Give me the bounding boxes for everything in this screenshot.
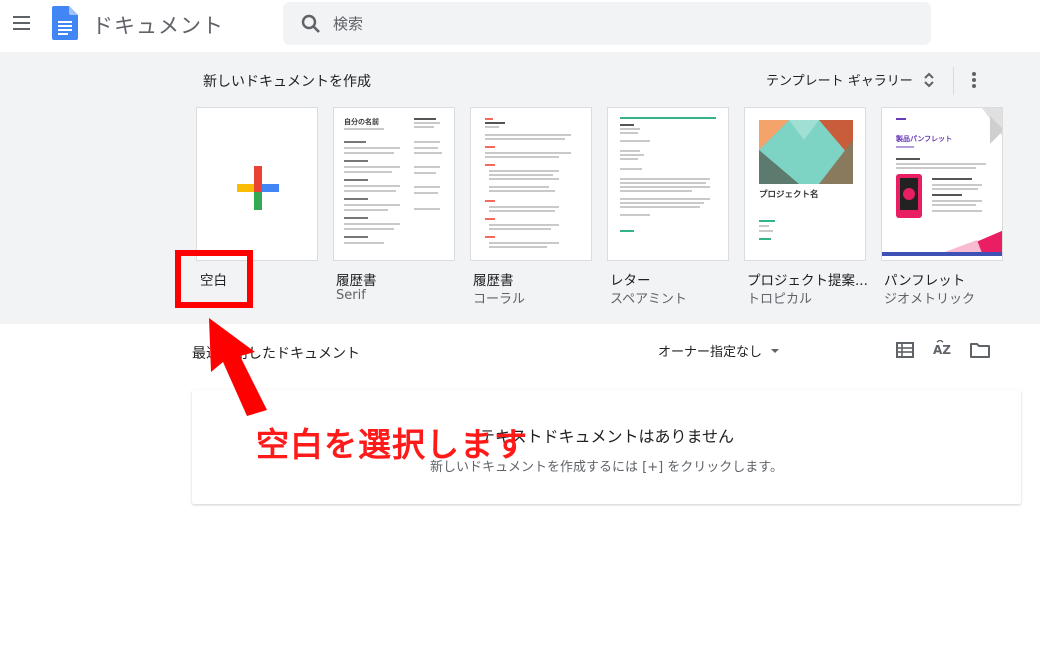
template-thumbnail[interactable] [470, 107, 592, 261]
thumb-heading: 製品パンフレット [896, 135, 953, 143]
plus-icon [237, 166, 279, 210]
annotation-highlight-box [175, 250, 253, 308]
template-name[interactable]: レター [610, 269, 651, 289]
sort-az-icon[interactable]: AZ [930, 340, 954, 362]
gallery-title: 新しいドキュメントを作成 [203, 74, 371, 90]
template-name[interactable]: 履歴書 [473, 269, 514, 289]
tropical-graphic [759, 120, 853, 184]
more-vert-icon[interactable] [962, 68, 986, 92]
template-thumbnail[interactable] [196, 107, 318, 261]
google-docs-icon[interactable] [52, 6, 78, 40]
owner-filter-dropdown[interactable]: オーナー指定なし [658, 341, 780, 360]
folder-icon[interactable] [969, 339, 991, 361]
template-thumbnail[interactable]: 製品パンフレット [881, 107, 1003, 261]
template-thumbnail[interactable]: 自分の名前 [333, 107, 455, 261]
template-thumbnail[interactable] [607, 107, 729, 261]
template-style[interactable]: スペアミント [610, 288, 687, 307]
search-box[interactable] [283, 2, 931, 45]
hamburger-menu-icon[interactable] [10, 11, 34, 35]
annotation-callout: 空白を選択します [256, 425, 528, 464]
template-gallery-toggle[interactable]: テンプレート ギャラリー [766, 70, 913, 89]
divider [953, 67, 954, 95]
template-thumbnail[interactable]: プロジェクト名 [744, 107, 866, 261]
template-name[interactable]: プロジェクト提案... [747, 269, 868, 289]
template-style[interactable]: トロピカル [747, 288, 812, 307]
template-style[interactable]: ジオメトリック [884, 288, 975, 307]
annotation-arrow-icon [209, 318, 267, 416]
list-view-icon[interactable] [895, 340, 915, 360]
app-header: ドキュメント [0, 0, 1040, 50]
search-input[interactable] [333, 2, 913, 45]
template-style[interactable]: Serif [336, 288, 366, 303]
unfold-icon[interactable] [922, 70, 936, 90]
thumb-heading: 自分の名前 [344, 118, 379, 126]
template-name[interactable]: パンフレット [884, 269, 965, 289]
search-icon[interactable] [300, 13, 322, 35]
dropdown-arrow-icon [771, 349, 780, 353]
template-name[interactable]: 履歴書 [336, 269, 377, 289]
template-style[interactable]: コーラル [473, 288, 525, 307]
app-title[interactable]: ドキュメント [92, 10, 224, 40]
thumb-heading: プロジェクト名 [759, 190, 819, 200]
template-gallery: 新しいドキュメントを作成 テンプレート ギャラリー 空白 自分の名前 履歴書 S… [0, 52, 1040, 324]
owner-filter-label[interactable]: オーナー指定なし [658, 345, 762, 360]
